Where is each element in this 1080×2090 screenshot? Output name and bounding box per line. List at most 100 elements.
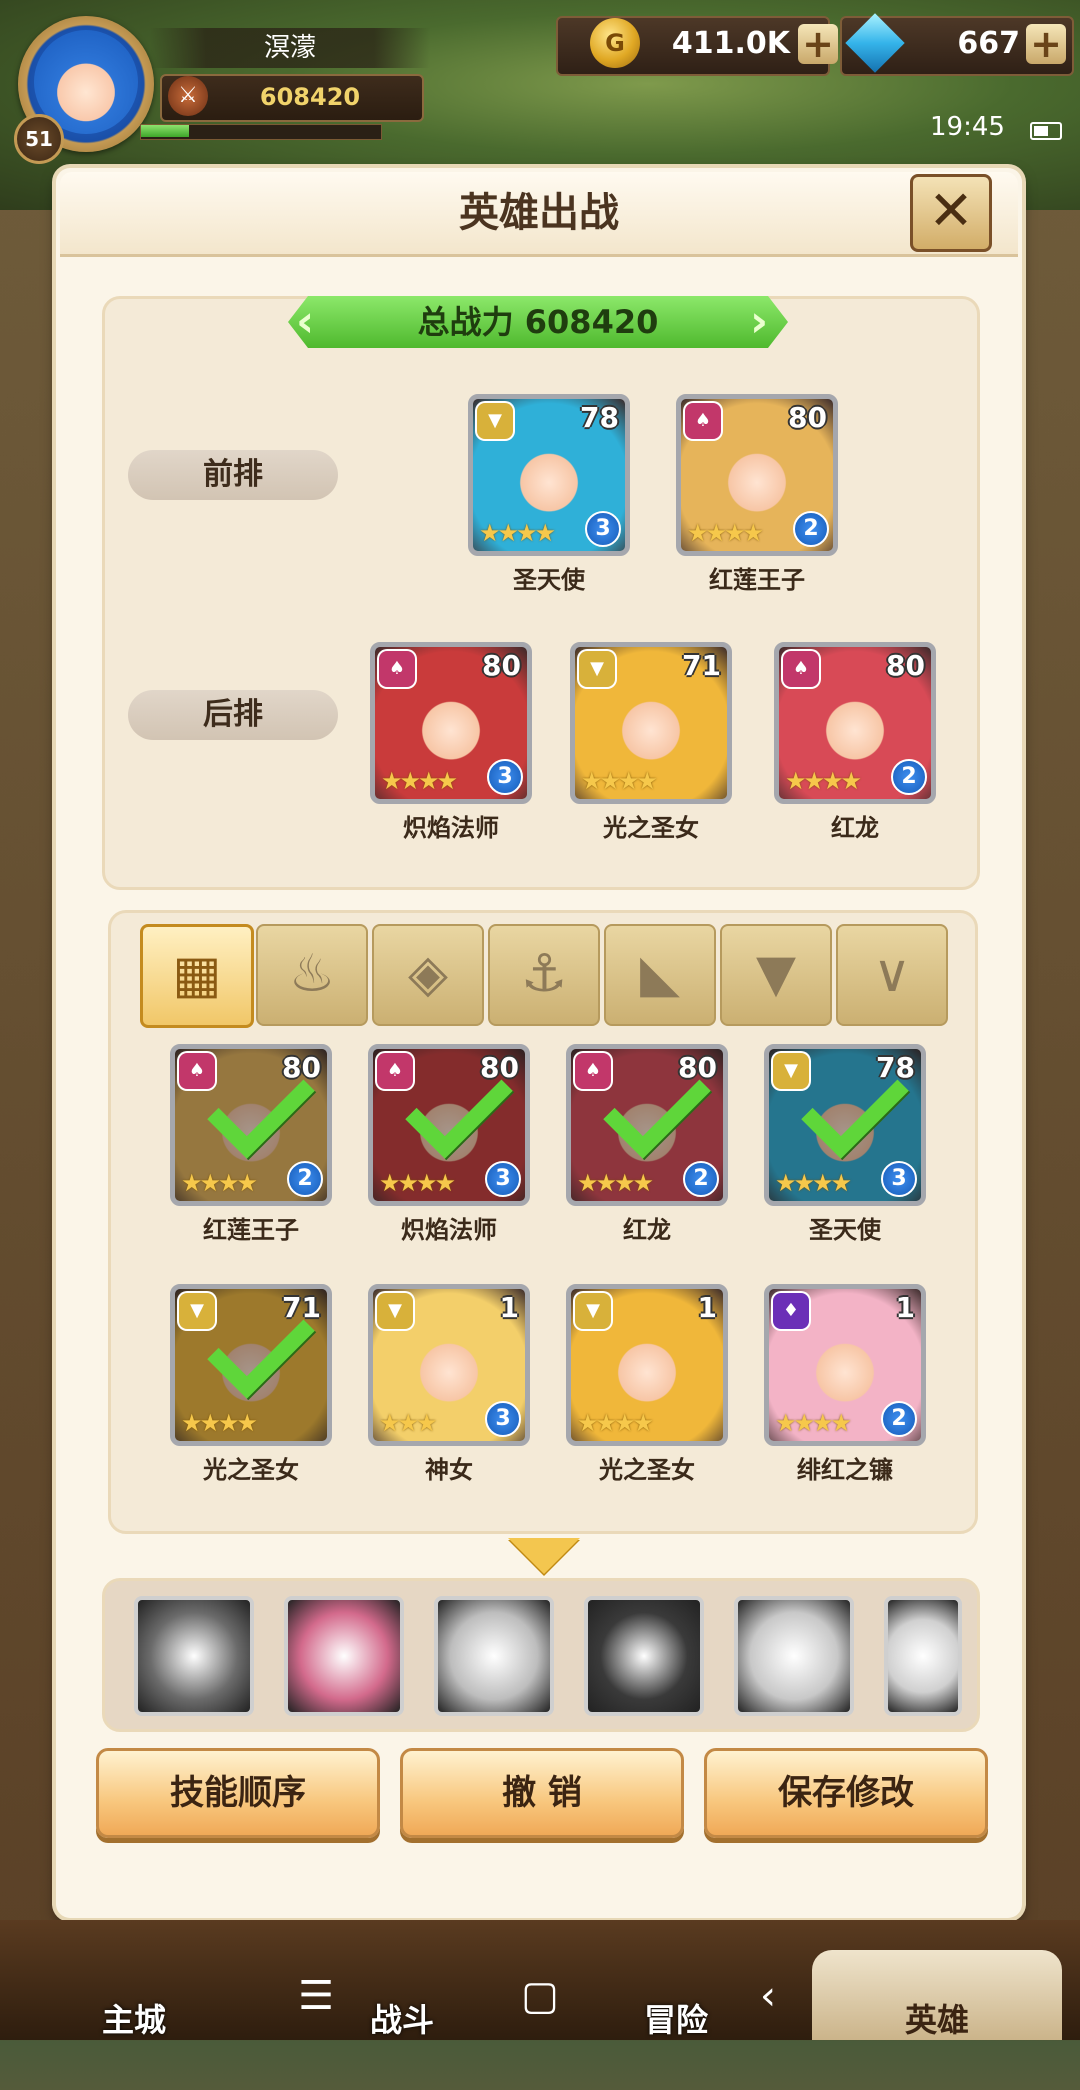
chevron-right-icon[interactable]: › [750, 300, 778, 344]
hero-card[interactable]: ♠ 80 ★★★★ 2 [774, 642, 936, 804]
hero-name: 光之圣女 [203, 1456, 299, 1484]
hero-card[interactable]: ▼ 78 ★★★★ 3 [468, 394, 630, 556]
red-element-icon: ♠ [783, 651, 819, 687]
star-rating: ★★★★ [181, 1169, 258, 1197]
star-rating: ★★★★ [775, 1169, 852, 1197]
rank-badge: 2 [683, 1161, 719, 1197]
grid-icon: ▦ [172, 945, 222, 1005]
hero-name: 神女 [425, 1456, 473, 1484]
dialog-title: 英雄出战 [459, 190, 619, 236]
crystal-skill-icon[interactable] [284, 1596, 404, 1716]
blade-skill-icon[interactable] [734, 1596, 854, 1716]
hero-name: 绯红之镰 [797, 1456, 893, 1484]
filter-tab[interactable]: ∨ [836, 924, 948, 1026]
star-rating: ★★★★ [479, 519, 556, 547]
hero-name: 炽焰法师 [403, 814, 499, 842]
hero-card[interactable]: ▼ 1 ★★★★ [566, 1284, 728, 1446]
rank-badge: 2 [891, 759, 927, 795]
exp-bar-fill [141, 125, 189, 137]
rank-badge: 3 [585, 511, 621, 547]
filter-tab[interactable]: ◈ [372, 924, 484, 1026]
back-row-label: 后排 [128, 690, 338, 740]
star-rating: ★★★★ [577, 1409, 654, 1437]
ice-skill-icon[interactable] [434, 1596, 554, 1716]
star-rating: ★★★★ [581, 767, 658, 795]
hero-name: 光之圣女 [599, 1456, 695, 1484]
hero-name: 圣天使 [809, 1216, 881, 1244]
gold-element-icon: ▼ [579, 651, 615, 687]
menu-icon[interactable]: ☰ [286, 1966, 346, 2026]
gold-amount: 411.0K [671, 26, 790, 61]
star-rating: ★★★★ [181, 1409, 258, 1437]
nav-city[interactable]: 主城 [34, 1950, 234, 2040]
red-element-icon: ♠ [179, 1053, 215, 1089]
filter-tab[interactable]: ♨ [256, 924, 368, 1026]
anchor-icon: ⚓ [520, 944, 568, 1004]
save-button[interactable]: 保存修改 [704, 1748, 988, 1838]
star-rating: ★★★★ [775, 1409, 852, 1437]
star-rating: ★★★ [379, 1409, 438, 1437]
gold-element-icon: ▼ [477, 403, 513, 439]
hero-name: 炽焰法师 [401, 1216, 497, 1244]
hero-card[interactable]: ▼ 78 ★★★★ 3 [764, 1044, 926, 1206]
hero-card[interactable]: ♠ 80 ★★★★ 2 [566, 1044, 728, 1206]
hero-level: 80 [788, 401, 827, 434]
close-button[interactable]: ✕ [910, 174, 992, 252]
star-rating: ★★★★ [379, 1169, 456, 1197]
hero-card[interactable]: ♠ 80 ★★★★ 3 [370, 642, 532, 804]
expand-arrow-icon[interactable] [508, 1538, 580, 1574]
gold-element-icon: ▼ [377, 1293, 413, 1329]
hero-name: 圣天使 [513, 566, 585, 594]
rank-badge: 2 [881, 1401, 917, 1437]
rank-badge: 3 [487, 759, 523, 795]
home-icon[interactable]: ▢ [510, 1966, 570, 2026]
add-gold-button[interactable]: + [798, 24, 838, 64]
hero-card[interactable]: ▼ 1 ★★★ 3 [368, 1284, 530, 1446]
hero-name: 红莲王子 [709, 566, 805, 594]
shard-skill-icon[interactable] [584, 1596, 704, 1716]
filter-tab[interactable]: ◣ [604, 924, 716, 1026]
gold-element-icon: ▼ [773, 1053, 809, 1089]
hero-card[interactable]: ▼ 71 ★★★★ [570, 642, 732, 804]
hero-card[interactable]: ♠ 80 ★★★★ 2 [676, 394, 838, 556]
hero-card[interactable]: ♠ 80 ★★★★ 2 [170, 1044, 332, 1206]
back-icon[interactable]: ‹ [738, 1966, 798, 2026]
gems-amount: 667 [957, 26, 1020, 61]
hero-name: 红莲王子 [203, 1216, 299, 1244]
filter-tab[interactable]: ▼ [720, 924, 832, 1026]
gold-coin-icon: G [590, 18, 640, 68]
wing-icon: ∨ [872, 944, 912, 1004]
hero-card[interactable]: ♠ 80 ★★★★ 3 [368, 1044, 530, 1206]
hero-card[interactable]: ♦ 1 ★★★★ 2 [764, 1284, 926, 1446]
red-element-icon: ♠ [575, 1053, 611, 1089]
red-element-icon: ♠ [685, 403, 721, 439]
rank-badge: 3 [881, 1161, 917, 1197]
player-level-badge: 51 [14, 114, 64, 164]
total-power-bar: 总战力 608420 [288, 296, 788, 348]
chevron-left-icon[interactable]: ‹ [296, 300, 324, 344]
wolf-icon: ▼ [756, 944, 796, 1004]
clock: 19:45 [930, 112, 1005, 142]
undo-button[interactable]: 撤 销 [400, 1748, 684, 1838]
hero-level: 80 [886, 649, 925, 682]
close-icon: ✕ [928, 179, 974, 242]
hero-level: 80 [482, 649, 521, 682]
filter-tab[interactable]: ▦ [140, 924, 254, 1028]
add-gems-button[interactable]: + [1026, 24, 1066, 64]
red-element-icon: ♠ [377, 1053, 413, 1089]
filter-tab[interactable]: ⚓ [488, 924, 600, 1026]
skill-order-button[interactable]: 技能顺序 [96, 1748, 380, 1838]
hero-card[interactable]: ▼ 71 ★★★★ [170, 1284, 332, 1446]
shield-skill-icon[interactable] [134, 1596, 254, 1716]
gold-element-icon: ▼ [575, 1293, 611, 1329]
nav-hero[interactable]: 英雄 [812, 1950, 1062, 2040]
wind-skill-icon[interactable] [884, 1596, 962, 1716]
gold-element-icon: ▼ [179, 1293, 215, 1329]
player-name: 溟濛 [150, 28, 430, 68]
front-row-label: 前排 [128, 450, 338, 500]
rank-badge: 3 [485, 1161, 521, 1197]
hero-level: 1 [499, 1291, 519, 1324]
hero-level: 1 [697, 1291, 717, 1324]
hero-name: 红龙 [623, 1216, 671, 1244]
battery-icon [1030, 122, 1062, 140]
